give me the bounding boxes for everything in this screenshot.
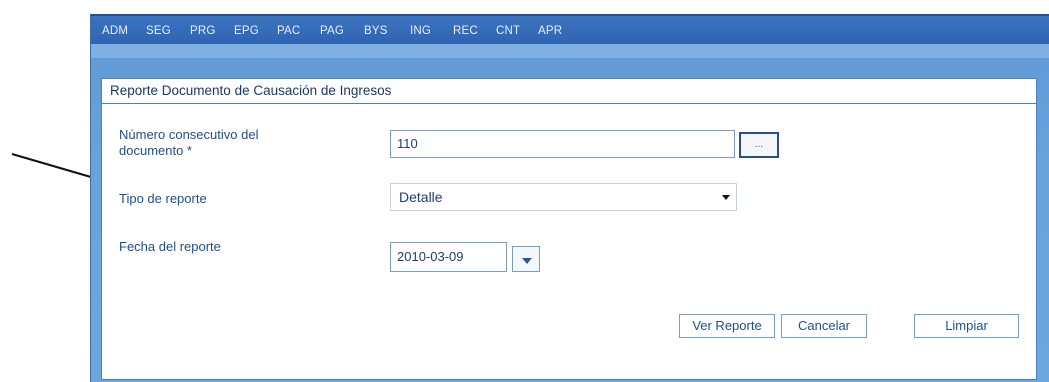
- menu-item-ing[interactable]: ING: [410, 25, 431, 37]
- doc-number-label-line1: Número consecutivo del: [119, 127, 259, 142]
- menu-item-apr[interactable]: APR: [538, 25, 562, 37]
- ver-reporte-button[interactable]: Ver Reporte: [679, 314, 775, 338]
- tipo-reporte-select[interactable]: Detalle: [390, 183, 737, 211]
- menu-item-pag[interactable]: PAG: [320, 25, 344, 37]
- report-panel: Reporte Documento de Causación de Ingres…: [101, 78, 1037, 380]
- panel-title: Reporte Documento de Causación de Ingres…: [102, 79, 1036, 104]
- doc-number-label-line2: documento *: [119, 143, 192, 158]
- doc-number-label: Número consecutivo del documento *: [119, 127, 258, 159]
- menu-item-epg[interactable]: EPG: [234, 25, 259, 37]
- limpiar-button[interactable]: Limpiar: [914, 314, 1019, 338]
- menu-item-cnt[interactable]: CNT: [496, 25, 520, 37]
- fecha-reporte-label: Fecha del reporte: [119, 239, 221, 254]
- cancelar-button[interactable]: Cancelar: [781, 314, 867, 338]
- top-menu-bar: ADM SEG PRG EPG PAC PAG BYS ING REC CNT …: [91, 14, 1049, 46]
- menu-item-seg[interactable]: SEG: [146, 25, 171, 37]
- doc-lookup-button[interactable]: ...: [739, 132, 779, 158]
- tipo-reporte-label: Tipo de reporte: [119, 191, 207, 206]
- fecha-reporte-input[interactable]: 2010-03-09: [390, 242, 507, 272]
- doc-number-input[interactable]: 110: [390, 130, 735, 158]
- menu-item-pac[interactable]: PAC: [277, 25, 300, 37]
- app-window: ADM SEG PRG EPG PAC PAG BYS ING REC CNT …: [90, 14, 1049, 382]
- chevron-down-icon: [522, 258, 532, 264]
- date-picker-button[interactable]: [512, 246, 540, 272]
- chevron-down-icon: [722, 195, 730, 200]
- menu-item-adm[interactable]: ADM: [102, 25, 128, 37]
- menu-item-prg[interactable]: PRG: [190, 25, 216, 37]
- tipo-reporte-value: Detalle: [399, 189, 443, 205]
- menu-item-rec[interactable]: REC: [453, 25, 478, 37]
- menu-item-bys[interactable]: BYS: [364, 25, 388, 37]
- menu-stripe: [91, 44, 1049, 58]
